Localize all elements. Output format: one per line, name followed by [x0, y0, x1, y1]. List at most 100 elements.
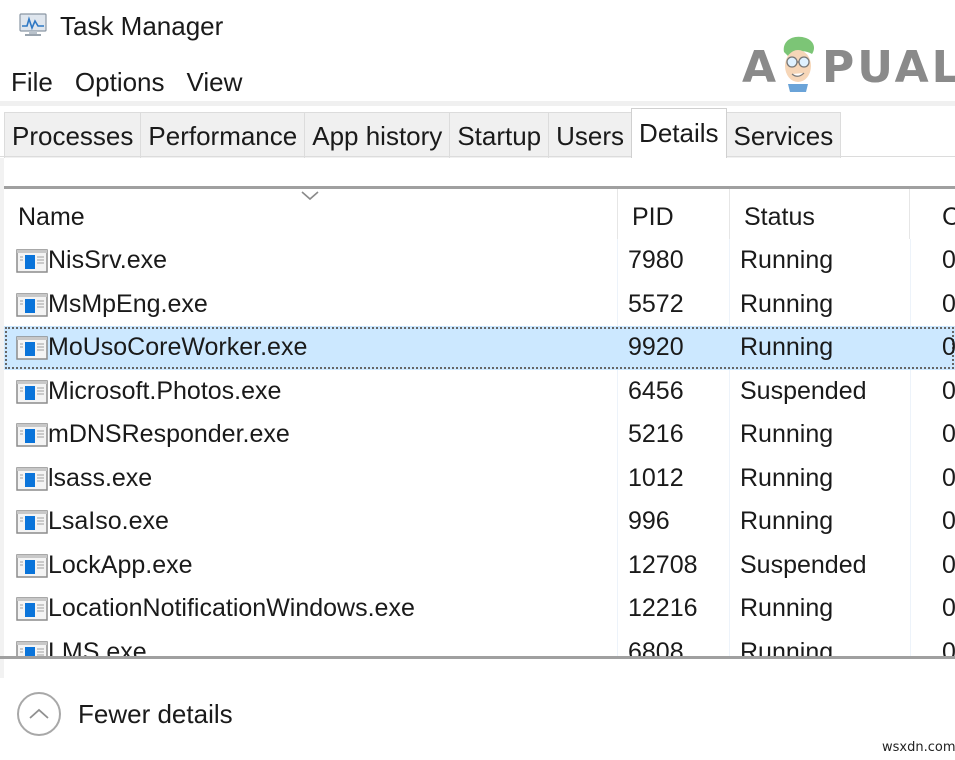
process-status: Running [740, 289, 834, 318]
process-icon [16, 466, 48, 491]
process-pid: 12216 [628, 594, 698, 622]
menu-view[interactable]: View [176, 62, 254, 102]
column-header-status[interactable]: Status [730, 189, 910, 239]
process-name-cell: NisSrv.exe [10, 239, 618, 283]
process-cpu: 0 [942, 594, 955, 622]
fewer-details-button[interactable]: Fewer details [17, 691, 233, 737]
tab-app-history[interactable]: App history [304, 112, 451, 158]
process-cpu: 0 [942, 289, 955, 318]
process-name: MoUsoCoreWorker.exe [48, 333, 308, 361]
process-name: MsMpEng.exe [48, 289, 208, 318]
process-name-cell: LsaIso.exe [10, 500, 618, 544]
process-name: NisSrv.exe [48, 246, 168, 274]
process-status: Running [740, 420, 834, 448]
fewer-details-label: Fewer details [78, 698, 233, 729]
menu-separator [0, 101, 955, 106]
process-pid: 5216 [628, 420, 684, 448]
column-header-name[interactable]: Name [4, 189, 618, 239]
window-title: Task Manager [60, 11, 224, 41]
logo-text-left: A [742, 42, 780, 93]
menu-options[interactable]: Options [64, 62, 176, 102]
table-row[interactable]: lsass.exe 1012 Running 0 [4, 457, 955, 501]
menu-file[interactable]: File [0, 62, 64, 102]
column-header-cpu[interactable]: C [928, 189, 955, 239]
process-pid: 12708 [628, 550, 698, 579]
process-cpu: 0 [942, 550, 955, 579]
watermark-text: wsxdn.com [882, 740, 955, 755]
process-pid: 7980 [628, 246, 684, 274]
process-name: Microsoft.Photos.exe [48, 376, 282, 405]
chevron-up-icon [17, 692, 61, 736]
process-status: Running [740, 637, 834, 659]
process-icon [16, 379, 48, 404]
process-status: Suspended [740, 376, 867, 405]
process-pid: 1012 [628, 463, 684, 492]
process-icon [16, 292, 48, 317]
tab-startup[interactable]: Startup [449, 112, 550, 158]
process-cpu: 0 [942, 463, 955, 492]
process-name: LockApp.exe [48, 550, 193, 579]
tab-performance[interactable]: Performance [140, 112, 306, 158]
table-row[interactable]: MsMpEng.exe 5572 Running 0 [4, 283, 955, 327]
table-row[interactable]: MoUsoCoreWorker.exe 9920 Running 0 [4, 326, 955, 370]
table-header: Name PID Status C [4, 189, 955, 239]
process-status: Running [740, 594, 834, 622]
table-row[interactable]: LMS.exe 6808 Running 0 [4, 631, 955, 659]
process-name: LsaIso.exe [48, 507, 169, 535]
process-name: mDNSResponder.exe [48, 420, 290, 448]
process-name-cell: mDNSResponder.exe [10, 413, 618, 457]
tab-processes[interactable]: Processes [4, 112, 142, 158]
process-pid: 996 [628, 507, 670, 535]
tab-users[interactable]: Users [548, 112, 633, 158]
process-status: Running [740, 246, 834, 274]
process-cpu: 0 [942, 376, 955, 405]
process-status: Running [740, 507, 834, 535]
process-icon [16, 597, 48, 621]
table-body: NisSrv.exe 7980 Running 0 MsMpEng.exe 5572 Run… [4, 239, 955, 658]
process-name: LocationNotificationWindows.exe [48, 594, 415, 622]
process-pid: 5572 [628, 289, 684, 318]
table-row[interactable]: LocationNotificationWindows.exe 12216 Runn… [4, 587, 955, 631]
table-row[interactable]: LockApp.exe 12708 Suspended 0 [4, 544, 955, 588]
process-cpu: 0 [942, 246, 955, 274]
process-name-cell: MsMpEng.exe [10, 283, 618, 327]
process-cpu: 0 [942, 333, 955, 361]
tab-bar: Processes Performance App history Startu… [4, 108, 842, 158]
process-cpu: 0 [942, 637, 955, 659]
process-name-cell: lsass.exe [10, 457, 618, 501]
process-icon [16, 510, 48, 534]
process-table: Name PID Status C NisSrv.exe 7980 Running 0… [4, 186, 955, 658]
process-icon [16, 336, 48, 360]
process-icon [16, 553, 48, 578]
process-status: Running [740, 333, 834, 361]
appuals-mascot-icon [783, 36, 814, 92]
tab-details[interactable]: Details [631, 108, 727, 158]
process-name-cell: LockApp.exe [10, 544, 618, 588]
process-cpu: 0 [942, 420, 955, 448]
process-icon [16, 423, 48, 447]
tab-services[interactable]: Services [725, 112, 842, 158]
column-header-pid[interactable]: PID [618, 189, 730, 239]
process-cpu: 0 [942, 507, 955, 535]
table-row[interactable]: LsaIso.exe 996 Running 0 [4, 500, 955, 544]
process-pid: 6808 [628, 637, 684, 659]
process-name: lsass.exe [48, 463, 153, 492]
process-name-cell: LocationNotificationWindows.exe [10, 587, 618, 631]
process-name: LMS.exe [48, 637, 147, 659]
logo-text-right: PUALS [822, 42, 955, 93]
table-row[interactable]: Microsoft.Photos.exe 6456 Suspended 0 [4, 370, 955, 414]
table-bottom-border [0, 656, 955, 659]
process-pid: 6456 [628, 376, 684, 405]
process-icon [16, 249, 48, 273]
tab-bar-divider [0, 156, 955, 157]
table-row[interactable]: NisSrv.exe 7980 Running 0 [4, 239, 955, 283]
appuals-logo: A PUALS [742, 32, 955, 94]
process-status: Suspended [740, 550, 867, 579]
process-pid: 9920 [628, 333, 684, 361]
task-manager-icon [19, 13, 47, 36]
process-name-cell: Microsoft.Photos.exe [10, 370, 618, 414]
table-row[interactable]: mDNSResponder.exe 5216 Running 0 [4, 413, 955, 457]
process-name-cell: MoUsoCoreWorker.exe [10, 326, 618, 370]
menu-bar: File Options View [0, 62, 253, 102]
process-name-cell: LMS.exe [10, 631, 618, 659]
